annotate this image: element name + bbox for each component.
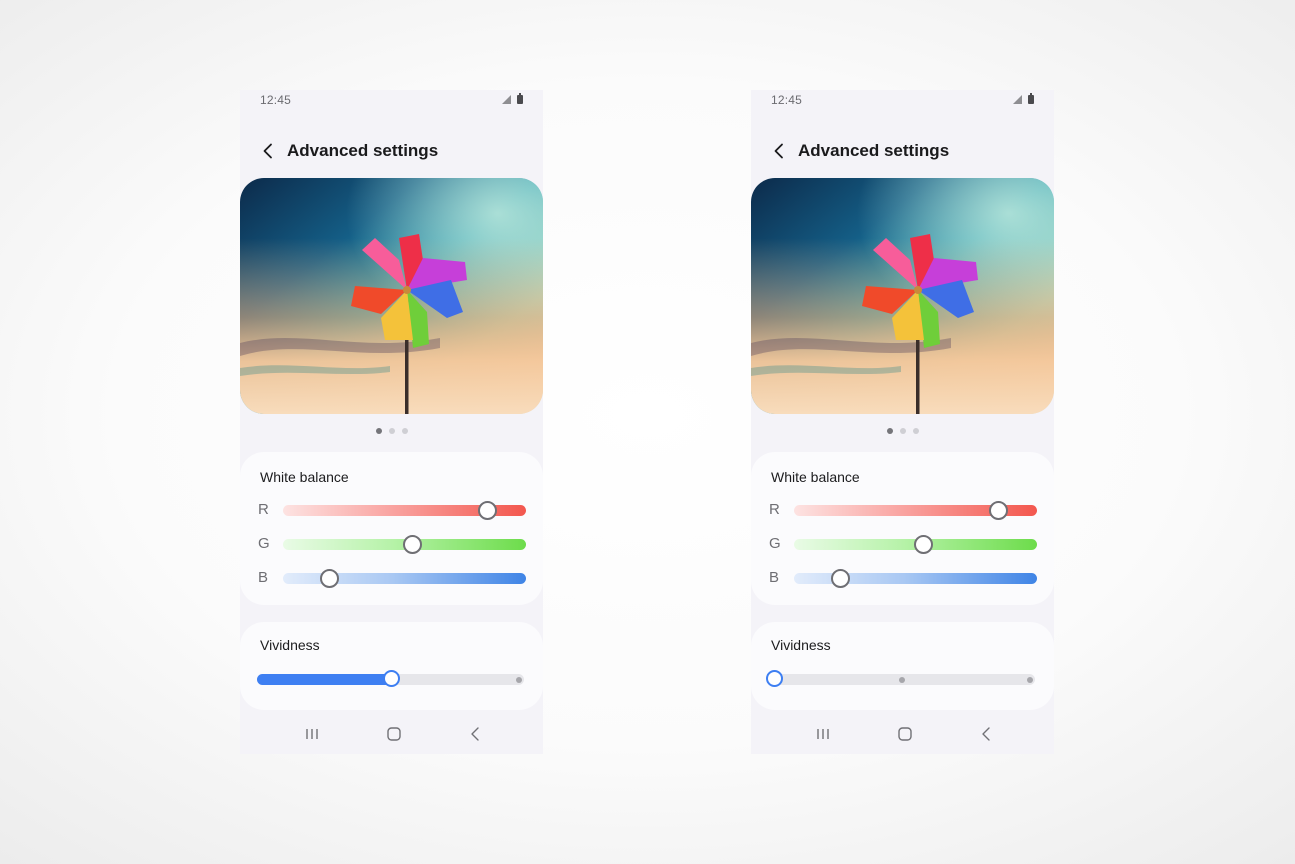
chevron-left-icon: [774, 143, 783, 159]
white-balance-row-b: B: [751, 568, 1054, 588]
white-balance-row-r: R: [240, 500, 543, 520]
app-header: Advanced settings: [751, 137, 1054, 165]
white-balance-card: White balance RGB: [240, 452, 543, 605]
slider-b[interactable]: [283, 569, 526, 588]
slider-g[interactable]: [283, 535, 526, 554]
channel-label: G: [258, 535, 270, 552]
page-dot[interactable]: [401, 428, 408, 434]
recents-button[interactable]: [300, 722, 324, 746]
page-title: Advanced settings: [798, 141, 950, 160]
slider-r[interactable]: [283, 501, 526, 520]
phone-screen-left: 12:45 Advanced settings White balance R …: [240, 90, 543, 754]
slider-thumb[interactable]: [989, 501, 1009, 520]
white-balance-row-g: G: [751, 534, 1054, 554]
vividness-card: Vividness: [751, 622, 1054, 710]
back-icon: [982, 727, 990, 741]
slider-r[interactable]: [794, 501, 1037, 520]
white-balance-row-b: B: [240, 568, 543, 588]
preview-image[interactable]: [751, 178, 1054, 414]
home-button[interactable]: [382, 722, 406, 746]
signal-icon: [1013, 95, 1022, 104]
phone-screen-right: 12:45 Advanced settings White balance R …: [751, 90, 1054, 754]
slider-thumb[interactable]: [402, 535, 422, 554]
status-icons: [1013, 93, 1034, 104]
page-dot[interactable]: [912, 428, 919, 434]
white-balance-row-r: R: [751, 500, 1054, 520]
channel-label: R: [258, 501, 269, 518]
channel-label: B: [769, 569, 780, 586]
status-bar: 12:45: [751, 90, 1054, 112]
status-bar: 12:45: [240, 90, 543, 112]
white-balance-card: White balance RGB: [751, 452, 1054, 605]
vividness-slider[interactable]: [766, 670, 1035, 687]
vividness-card: Vividness: [240, 622, 543, 710]
vividness-step-tick: [516, 677, 522, 683]
vividness-title: Vividness: [260, 637, 320, 653]
recents-icon: [306, 729, 318, 739]
slider-b[interactable]: [794, 569, 1037, 588]
vividness-slider-fill: [257, 674, 391, 685]
recents-icon: [817, 729, 829, 739]
status-time: 12:45: [771, 93, 803, 107]
slider-thumb[interactable]: [913, 535, 933, 554]
app-header: Advanced settings: [240, 137, 543, 165]
page-dot[interactable]: [375, 428, 382, 434]
navigation-bar: [751, 714, 1054, 754]
slider-thumb[interactable]: [831, 569, 851, 588]
page-indicator: [751, 428, 1054, 434]
pinwheel-image: [240, 178, 543, 414]
system-back-button[interactable]: [463, 722, 487, 746]
page-dot[interactable]: [886, 428, 893, 434]
channel-label: R: [769, 501, 780, 518]
slider-thumb[interactable]: [478, 501, 498, 520]
page-indicator: [240, 428, 543, 434]
signal-icon: [502, 95, 511, 104]
vividness-step-tick: [1027, 677, 1033, 683]
white-balance-row-g: G: [240, 534, 543, 554]
page-dot[interactable]: [388, 428, 395, 434]
page-dot[interactable]: [899, 428, 906, 434]
navigation-bar: [240, 714, 543, 754]
vividness-step-tick: [898, 677, 905, 683]
vividness-title: Vividness: [771, 637, 831, 653]
slider-thumb[interactable]: [320, 569, 340, 588]
status-icons: [502, 93, 523, 104]
channel-label: G: [769, 535, 781, 552]
back-button[interactable]: [768, 137, 790, 165]
white-balance-title: White balance: [260, 469, 349, 485]
vividness-slider-thumb[interactable]: [382, 670, 400, 687]
recents-button[interactable]: [811, 722, 835, 746]
slider-g[interactable]: [794, 535, 1037, 554]
vividness-slider-thumb[interactable]: [766, 670, 783, 687]
white-balance-title: White balance: [771, 469, 860, 485]
battery-icon: [1028, 93, 1034, 104]
battery-icon: [517, 93, 523, 104]
home-icon: [386, 727, 401, 741]
home-button[interactable]: [893, 722, 917, 746]
status-time: 12:45: [260, 93, 292, 107]
channel-label: B: [258, 569, 269, 586]
vividness-slider[interactable]: [257, 670, 524, 687]
chevron-left-icon: [263, 143, 272, 159]
home-icon: [897, 727, 912, 741]
pinwheel-image: [751, 178, 1054, 414]
back-button[interactable]: [257, 137, 279, 165]
system-back-button[interactable]: [974, 722, 998, 746]
page-title: Advanced settings: [287, 141, 439, 160]
back-icon: [471, 727, 479, 741]
preview-image[interactable]: [240, 178, 543, 414]
